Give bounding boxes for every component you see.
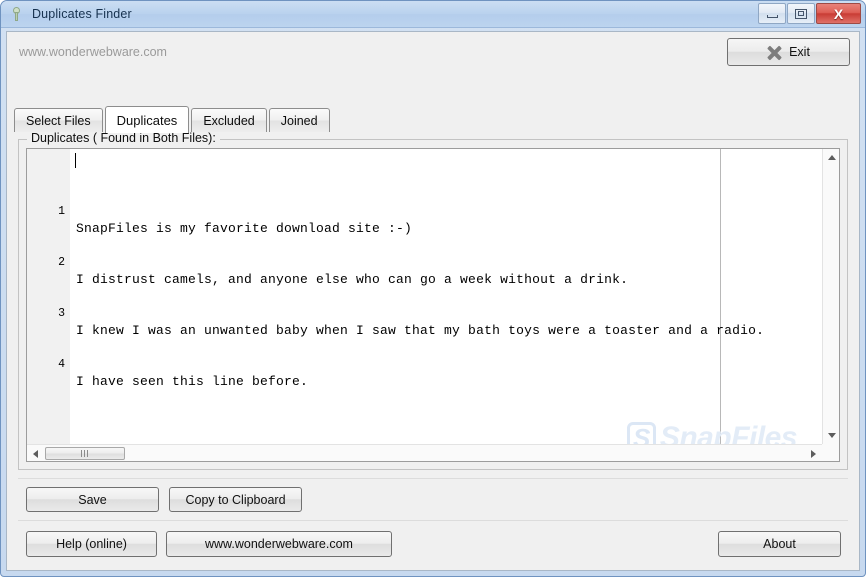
chevron-left-icon bbox=[33, 449, 38, 458]
scroll-left-button[interactable] bbox=[27, 445, 44, 461]
scrollbar-corner bbox=[822, 444, 839, 461]
exit-button-label: Exit bbox=[789, 45, 810, 59]
line-number: 4 bbox=[58, 358, 65, 371]
line-text: I distrust camels, and anyone else who c… bbox=[76, 272, 629, 287]
copy-to-clipboard-button[interactable]: Copy to Clipboard bbox=[169, 487, 302, 512]
close-icon: X bbox=[833, 5, 844, 22]
tab-excluded[interactable]: Excluded bbox=[191, 108, 267, 132]
client-area: www.wonderwebware.com Exit Select Files … bbox=[6, 31, 860, 571]
maximize-icon bbox=[795, 8, 807, 19]
editor-viewport[interactable]: S SnapFiles 1 SnapFiles is my favorite d… bbox=[27, 149, 822, 444]
editor-line: 2 I distrust camels, and anyone else who… bbox=[27, 237, 822, 287]
line-number: 3 bbox=[58, 307, 65, 320]
tab-strip: Select Files Duplicates Excluded Joined bbox=[14, 105, 852, 133]
tab-select-files[interactable]: Select Files bbox=[14, 108, 103, 132]
editor-line: 4 I have seen this line before. bbox=[27, 339, 822, 389]
tab-joined[interactable]: Joined bbox=[268, 108, 330, 132]
application-window: Duplicates Finder X www.wonderwebware.co… bbox=[0, 0, 866, 577]
window-controls: X bbox=[757, 3, 861, 24]
x-mark-icon bbox=[767, 45, 782, 60]
save-button[interactable]: Save bbox=[26, 487, 159, 512]
chevron-down-icon bbox=[827, 433, 836, 438]
groupbox-legend: Duplicates ( Found in Both Files): bbox=[27, 131, 220, 145]
action-button-row: Save Copy to Clipboard bbox=[18, 478, 848, 518]
chevron-right-icon bbox=[811, 449, 816, 458]
maximize-button[interactable] bbox=[787, 3, 815, 24]
minimize-icon bbox=[766, 14, 778, 18]
duplicates-text-area[interactable]: S SnapFiles 1 SnapFiles is my favorite d… bbox=[26, 148, 840, 462]
line-text: I knew I was an unwanted baby when I saw… bbox=[76, 323, 765, 338]
header-site-label: www.wonderwebware.com bbox=[19, 45, 167, 59]
line-number: 2 bbox=[58, 256, 65, 269]
tab-duplicates[interactable]: Duplicates bbox=[104, 106, 190, 133]
horizontal-scrollbar[interactable] bbox=[27, 444, 822, 461]
about-button[interactable]: About bbox=[718, 530, 841, 557]
close-button[interactable]: X bbox=[816, 3, 861, 24]
window-title: Duplicates Finder bbox=[32, 7, 132, 21]
line-text: SnapFiles is my favorite download site :… bbox=[76, 221, 413, 236]
footer-button-row: Help (online) www.wonderwebware.com Abou… bbox=[18, 520, 848, 566]
vertical-scrollbar[interactable] bbox=[822, 149, 839, 444]
code-content: 1 SnapFiles is my favorite download site… bbox=[27, 152, 822, 444]
pin-icon bbox=[9, 6, 25, 22]
editor-line: 1 SnapFiles is my favorite download site… bbox=[27, 186, 822, 236]
minimize-button[interactable] bbox=[758, 3, 786, 24]
chevron-up-icon bbox=[827, 155, 836, 160]
scroll-up-button[interactable] bbox=[823, 149, 839, 166]
horizontal-scroll-thumb[interactable] bbox=[45, 447, 125, 460]
duplicates-groupbox: Duplicates ( Found in Both Files): S Sna… bbox=[18, 131, 848, 470]
website-button[interactable]: www.wonderwebware.com bbox=[166, 530, 392, 557]
line-text: I have seen this line before. bbox=[76, 374, 309, 389]
header-strip: www.wonderwebware.com Exit bbox=[7, 32, 859, 73]
grip-icon bbox=[80, 450, 90, 457]
title-bar[interactable]: Duplicates Finder X bbox=[1, 1, 865, 28]
editor-line: 3 I knew I was an unwanted baby when I s… bbox=[27, 288, 822, 338]
text-caret bbox=[75, 153, 76, 168]
scroll-down-button[interactable] bbox=[823, 427, 839, 444]
help-online-button[interactable]: Help (online) bbox=[26, 530, 157, 557]
scroll-right-button[interactable] bbox=[805, 445, 822, 461]
line-number: 1 bbox=[58, 205, 65, 218]
exit-button[interactable]: Exit bbox=[727, 38, 850, 66]
